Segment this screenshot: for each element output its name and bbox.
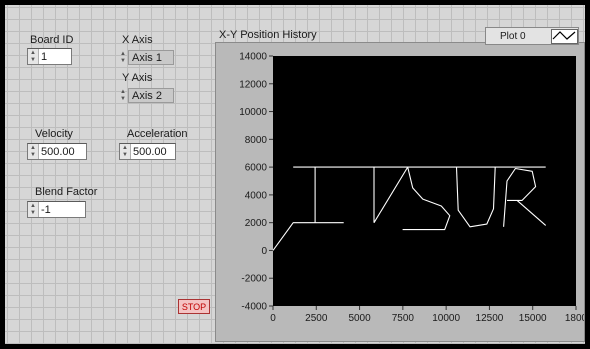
y-tick-label: -2000 xyxy=(241,274,267,285)
y-axis-ring[interactable]: ▲ ▼ Axis 2 xyxy=(118,87,174,104)
y-axis-spinner-icon[interactable]: ▲ ▼ xyxy=(118,88,128,103)
x-tick-label: 5000 xyxy=(348,313,371,324)
velocity-spinner-icon[interactable]: ▲ ▼ xyxy=(28,144,39,159)
plot-area[interactable] xyxy=(273,56,576,306)
acceleration-label: Acceleration xyxy=(127,128,188,140)
y-tick-label: 10000 xyxy=(239,107,267,118)
blend-factor-label: Blend Factor xyxy=(35,186,98,198)
y-tick-label: 8000 xyxy=(245,135,268,146)
acceleration-control[interactable]: ▲ ▼ 500.00 xyxy=(119,143,176,160)
x-axis-ring[interactable]: ▲ ▼ Axis 1 xyxy=(118,49,174,66)
xy-graph: 14000 12000 10000 8000 6000 4000 2000 0 -2000 -40… xyxy=(215,42,585,342)
plot-line-style-icon[interactable] xyxy=(551,28,578,44)
acceleration-spinner-icon[interactable]: ▲ ▼ xyxy=(120,144,131,159)
x-tick-label: 10000 xyxy=(432,313,460,324)
x-tick-label: 7500 xyxy=(392,313,415,324)
board-id-label: Board ID xyxy=(30,34,74,46)
x-tick-label: 12500 xyxy=(476,313,504,324)
y-axis: 14000 12000 10000 8000 6000 4000 2000 0 -2000 -40… xyxy=(239,52,273,313)
xy-graph-canvas: 14000 12000 10000 8000 6000 4000 2000 0 -2000 -40… xyxy=(239,52,584,325)
x-axis-value[interactable]: Axis 1 xyxy=(128,50,174,65)
y-axis-label: Y Axis xyxy=(122,72,153,84)
y-axis-value[interactable]: Axis 2 xyxy=(128,88,174,103)
plot-legend[interactable]: Plot 0 xyxy=(485,27,579,45)
x-axis: 0 2500 5000 7500 10000 12500 15000 1800 xyxy=(270,306,584,324)
x-axis-spinner-icon[interactable]: ▲ ▼ xyxy=(118,50,128,65)
x-axis-label: X Axis xyxy=(122,34,153,46)
plot-line-style-glyph xyxy=(552,30,576,40)
x-tick-label: 2500 xyxy=(305,313,328,324)
blend-factor-value[interactable]: -1 xyxy=(39,204,51,216)
blend-factor-control[interactable]: ▲ ▼ -1 xyxy=(27,201,86,218)
y-tick-label: 14000 xyxy=(239,52,267,63)
velocity-value[interactable]: 500.00 xyxy=(39,146,75,158)
velocity-control[interactable]: ▲ ▼ 500.00 xyxy=(27,143,87,160)
x-tick-label: 1800 xyxy=(565,313,584,324)
board-id-spinner-icon[interactable]: ▲ ▼ xyxy=(28,49,39,64)
y-tick-label: 6000 xyxy=(245,163,268,174)
graph-title: X-Y Position History xyxy=(219,29,317,41)
y-tick-label: 4000 xyxy=(245,190,268,201)
board-id-value[interactable]: 1 xyxy=(39,51,47,63)
x-tick-label: 15000 xyxy=(519,313,547,324)
velocity-label: Velocity xyxy=(35,128,73,140)
front-panel: Board ID ▲ ▼ 1 X Axis ▲ ▼ Axis 1 Y Axis ▲ ▼… xyxy=(0,0,590,349)
y-tick-label: 12000 xyxy=(239,79,267,90)
y-tick-label: 0 xyxy=(261,246,267,257)
x-tick-label: 0 xyxy=(270,313,276,324)
stop-button[interactable]: STOP xyxy=(178,299,210,314)
board-id-control[interactable]: ▲ ▼ 1 xyxy=(27,48,72,65)
y-tick-label: 2000 xyxy=(245,218,268,229)
y-tick-label: -4000 xyxy=(241,302,267,313)
acceleration-value[interactable]: 500.00 xyxy=(131,146,167,158)
blend-factor-spinner-icon[interactable]: ▲ ▼ xyxy=(28,202,39,217)
plot-legend-label: Plot 0 xyxy=(500,30,526,42)
